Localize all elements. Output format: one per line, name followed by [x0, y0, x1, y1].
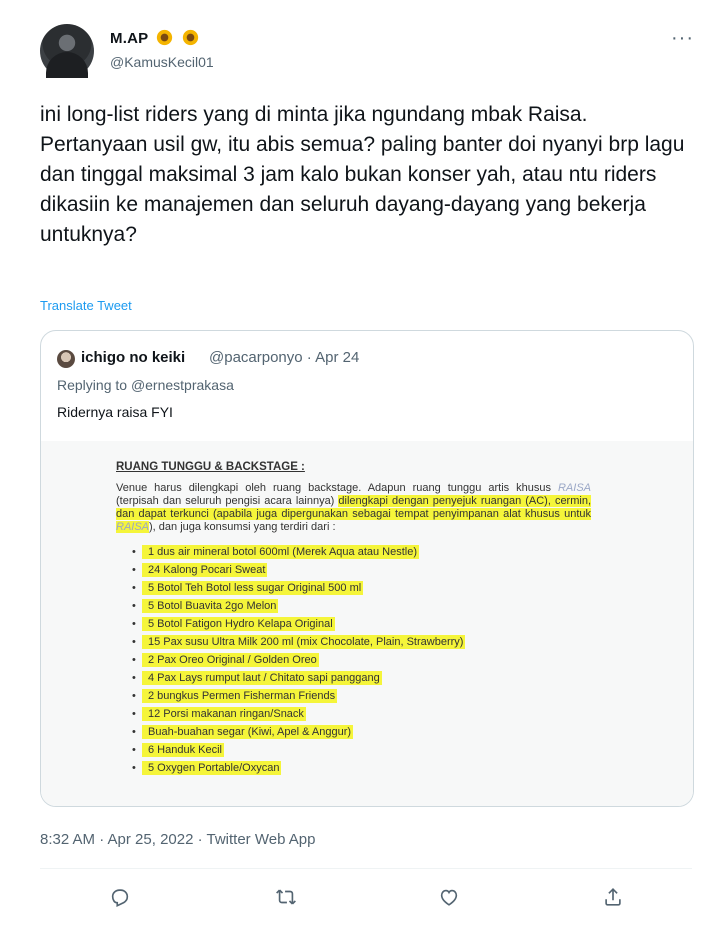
- list-item: • 6 Handuk Kecil: [132, 743, 224, 757]
- tweet-timestamp[interactable]: 8:32 AM · Apr 25, 2022 · Twitter Web App: [40, 831, 315, 848]
- list-item: • 5 Botol Fatigon Hydro Kelapa Original: [132, 617, 335, 631]
- list-item: • Buah-buahan segar (Kiwi, Apel & Anggur): [132, 725, 354, 739]
- quoted-author-name: ichigo no keiki: [81, 349, 186, 366]
- tweet-actions: [0, 870, 720, 920]
- list-item: • 4 Pax Lays rumput laut / Chitato sapi p…: [132, 671, 382, 685]
- author-name[interactable]: M.AP: [110, 29, 199, 47]
- para-text-2: (terpisah dan seluruh pengisi acara lain…: [116, 495, 335, 507]
- tweet-text: ini long-list riders yang di minta jika …: [40, 103, 685, 246]
- author-handle[interactable]: @KamusKecil01: [110, 54, 214, 70]
- quoted-author-handle-date: @pacarponyo · Apr 24: [209, 349, 360, 366]
- document-heading: RUANG TUNGGU & BACKSTAGE :: [116, 461, 305, 473]
- author-avatar[interactable]: [40, 24, 94, 78]
- quoted-replying-to: Replying to @ernestprakasa: [57, 377, 234, 393]
- rider-list: • 1 dus air mineral botol 600ml (Merek Aq…: [116, 544, 591, 778]
- quoted-author-avatar: [57, 350, 75, 368]
- sunflower-icon: [182, 29, 198, 46]
- sunflower-icon: [157, 29, 173, 46]
- list-item: • 5 Botol Teh Botol less sugar Original 5…: [132, 581, 364, 595]
- share-icon[interactable]: [598, 882, 628, 912]
- more-horizontal-icon[interactable]: ···: [671, 28, 694, 48]
- quoted-image[interactable]: RUANG TUNGGU & BACKSTAGE : Venue harus d…: [41, 441, 693, 806]
- list-item: • 12 Porsi makanan ringan/Snack: [132, 707, 306, 721]
- list-item: • 5 Botol Buavita 2go Melon: [132, 599, 279, 613]
- list-item: • 24 Kalong Pocari Sweat: [132, 563, 268, 577]
- like-icon[interactable]: [434, 882, 464, 912]
- avatar-silhouette: [46, 52, 88, 78]
- raisa-name-2: RAISA: [116, 521, 150, 533]
- translate-tweet-link[interactable]: Translate Tweet: [40, 298, 132, 313]
- author-name-text: M.AP: [110, 30, 149, 47]
- divider: [40, 868, 692, 869]
- reply-icon[interactable]: [105, 882, 135, 912]
- list-item: • 1 dus air mineral botol 600ml (Merek Aq…: [132, 545, 420, 559]
- list-item: • 2 Pax Oreo Original / Golden Oreo: [132, 653, 319, 667]
- replying-label: Replying to: [57, 377, 128, 393]
- para-text-3: ), dan juga konsumsi yang terdiri dari :: [149, 521, 336, 533]
- document-paragraph: Venue harus dilengkapi oleh ruang backst…: [116, 482, 591, 534]
- list-item: • 15 Pax susu Ultra Milk 200 ml (mix Choc…: [132, 635, 466, 649]
- para-text-1: Venue harus dilengkapi oleh ruang backst…: [116, 482, 551, 494]
- replying-mention: @ernestprakasa: [130, 377, 234, 393]
- list-item: • 2 bungkus Permen Fisherman Friends: [132, 689, 338, 703]
- quoted-tweet[interactable]: ichigo no keiki @pacarponyo · Apr 24 Rep…: [40, 330, 694, 807]
- list-item: • 5 Oxygen Portable/Oxycan: [132, 761, 282, 775]
- quoted-tweet-text: Ridernya raisa FYI: [57, 404, 173, 420]
- retweet-icon[interactable]: [271, 882, 301, 912]
- raisa-name-1: RAISA: [557, 482, 591, 494]
- rider-document: RUANG TUNGGU & BACKSTAGE : Venue harus d…: [116, 461, 591, 778]
